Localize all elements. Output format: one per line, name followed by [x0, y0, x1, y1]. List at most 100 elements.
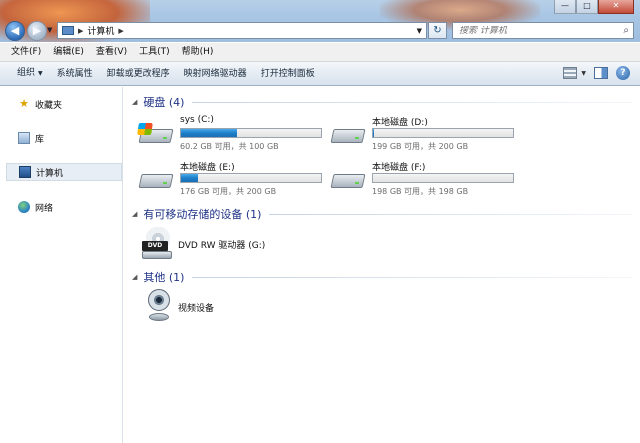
drive-usage-bar — [372, 128, 514, 138]
group-title: 硬盘 (4) — [143, 96, 185, 109]
webcam-icon — [146, 289, 172, 323]
help-icon[interactable]: ? — [616, 66, 630, 80]
group-divider — [269, 213, 632, 215]
computer-icon — [19, 166, 31, 178]
breadcrumb-computer[interactable]: 计算机 — [87, 24, 114, 37]
group-header-hard-disks[interactable]: ◢ 硬盘 (4) — [132, 94, 632, 110]
device-name: DVD RW 驱动器 (G:) — [178, 241, 266, 251]
nav-item-libraries[interactable]: 库 — [6, 129, 122, 147]
nav-item-label: 收藏夹 — [35, 100, 63, 111]
drive-free-space: 176 GB 可用，共 200 GB — [180, 187, 277, 196]
drive-name: 本地磁盘 (E:) — [180, 163, 235, 173]
group-divider — [192, 101, 632, 103]
windows-logo-icon — [137, 123, 153, 135]
drive-name: 本地磁盘 (D:) — [372, 118, 428, 128]
drive-name: 本地磁盘 (F:) — [372, 163, 426, 173]
star-icon: ★ — [19, 97, 29, 110]
drive-free-space: 198 GB 可用，共 198 GB — [372, 187, 469, 196]
group-header-removable[interactable]: ◢ 有可移动存储的设备 (1) — [132, 206, 632, 222]
webcam-base — [149, 313, 169, 321]
preview-pane-icon[interactable] — [594, 67, 608, 79]
device-name: 视频设备 — [178, 304, 215, 314]
address-bar[interactable]: ▶ 计算机 ▶ ▼ — [57, 22, 427, 39]
group-title: 其他 (1) — [143, 271, 185, 284]
search-icon[interactable]: ⌕ — [623, 25, 629, 36]
video-device[interactable]: 视频设备 — [142, 287, 342, 327]
nav-item-favorites[interactable]: ★ 收藏夹 — [6, 95, 122, 113]
map-network-drive-button[interactable]: 映射网络驱动器 — [177, 62, 254, 86]
view-options-dropdown-icon[interactable]: ▼ — [581, 70, 586, 77]
command-bar: 组织 ▼ 系统属性 卸载或更改程序 映射网络驱动器 打开控制面板 ▼ ? — [0, 62, 640, 86]
menu-bar: 文件(F) 编辑(E) 查看(V) 工具(T) 帮助(H) — [0, 43, 640, 62]
menu-file[interactable]: 文件(F) — [5, 43, 47, 62]
organize-label: 组织 — [17, 68, 36, 78]
nav-item-network[interactable]: 网络 — [6, 198, 122, 216]
change-view-icon[interactable] — [563, 67, 578, 79]
library-icon — [18, 132, 30, 144]
drive-tray — [142, 251, 172, 259]
hard-drive-icon — [138, 168, 174, 188]
collapse-triangle-icon[interactable]: ◢ — [132, 210, 137, 218]
nav-item-label: 网络 — [35, 203, 54, 214]
hdd-light — [355, 182, 359, 184]
open-control-panel-button[interactable]: 打开控制面板 — [254, 62, 322, 86]
search-input[interactable] — [459, 25, 619, 36]
minimize-button[interactable]: — — [554, 0, 576, 14]
collapse-triangle-icon[interactable]: ◢ — [132, 273, 137, 281]
hdd-light — [163, 182, 167, 184]
group-divider — [192, 276, 632, 278]
group-title: 有可移动存储的设备 (1) — [143, 208, 262, 221]
back-button[interactable]: ◀ — [5, 21, 25, 41]
content-pane: ◢ 硬盘 (4) sys (C:) 60.2 GB 可用，共 100 GB 本地… — [124, 87, 640, 443]
drive-free-space: 199 GB 可用，共 200 GB — [372, 142, 469, 151]
command-bar-right: ▼ ? — [563, 66, 630, 80]
menu-help[interactable]: 帮助(H) — [176, 43, 220, 62]
title-bar: — □ ✕ ◀ ▶ ▼ ▶ 计算机 ▶ ▼ ↻ ⌕ — [0, 0, 640, 42]
nav-item-computer[interactable]: 计算机 — [6, 163, 122, 181]
drive-c[interactable]: sys (C:) 60.2 GB 可用，共 100 GB — [137, 115, 328, 155]
system-properties-button[interactable]: 系统属性 — [50, 62, 100, 86]
recent-pages-dropdown[interactable]: ▼ — [47, 26, 52, 34]
drive-name: sys (C:) — [180, 115, 214, 125]
webcam-lens — [148, 289, 170, 311]
search-box[interactable]: ⌕ — [452, 22, 634, 39]
forward-button[interactable]: ▶ — [27, 21, 47, 41]
hdd-light — [355, 137, 359, 139]
hdd-body — [330, 129, 366, 143]
drive-usage-bar — [180, 173, 322, 183]
drive-free-space: 60.2 GB 可用，共 100 GB — [180, 142, 279, 151]
uninstall-program-button[interactable]: 卸载或更改程序 — [100, 62, 177, 86]
drive-usage-bar — [180, 128, 322, 138]
explorer-window: — □ ✕ ◀ ▶ ▼ ▶ 计算机 ▶ ▼ ↻ ⌕ 文件(F) 编辑(E) 查看… — [0, 0, 640, 443]
hdd-body — [138, 174, 174, 188]
maximize-button[interactable]: □ — [576, 0, 598, 14]
hdd-body — [330, 174, 366, 188]
drive-e[interactable]: 本地磁盘 (E:) 176 GB 可用，共 200 GB — [138, 160, 328, 200]
address-dropdown-icon[interactable]: ▼ — [417, 27, 422, 35]
hdd-light — [163, 137, 167, 139]
nav-item-label: 库 — [35, 134, 45, 145]
computer-icon — [62, 26, 74, 35]
menu-tools[interactable]: 工具(T) — [133, 43, 176, 62]
organize-button[interactable]: 组织 ▼ — [10, 61, 50, 86]
close-button[interactable]: ✕ — [598, 0, 634, 14]
chevron-right-icon[interactable]: ▶ — [78, 27, 83, 35]
hard-drive-icon — [330, 168, 366, 188]
drive-d[interactable]: 本地磁盘 (D:) 199 GB 可用，共 200 GB — [330, 115, 520, 155]
collapse-triangle-icon[interactable]: ◢ — [132, 98, 137, 106]
group-header-other[interactable]: ◢ 其他 (1) — [132, 269, 632, 285]
dvd-drive[interactable]: DVD DVD RW 驱动器 (G:) — [142, 225, 342, 265]
chevron-down-icon: ▼ — [38, 70, 43, 77]
dvd-drive-icon: DVD — [142, 227, 172, 259]
menu-view[interactable]: 查看(V) — [90, 43, 133, 62]
network-icon — [18, 201, 30, 213]
dvd-logo: DVD — [142, 241, 168, 251]
nav-item-label: 计算机 — [36, 168, 64, 179]
drive-f[interactable]: 本地磁盘 (F:) 198 GB 可用，共 198 GB — [330, 160, 520, 200]
hard-drive-icon — [330, 123, 366, 143]
chevron-right-icon[interactable]: ▶ — [118, 27, 123, 35]
drive-usage-fill — [181, 129, 237, 137]
menu-edit[interactable]: 编辑(E) — [47, 43, 90, 62]
refresh-button[interactable]: ↻ — [428, 22, 447, 39]
navigation-pane: ★ 收藏夹 库 计算机 网络 — [0, 87, 123, 443]
